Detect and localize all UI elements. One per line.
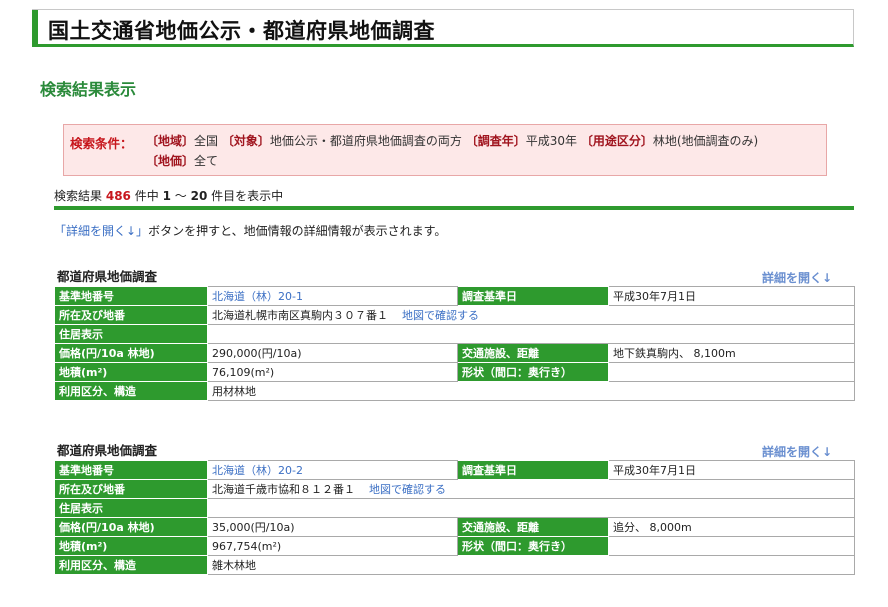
price-key: 〔地価〕 (146, 154, 195, 168)
result-mid: 件中 (134, 189, 159, 203)
price-value: 290,000(円/10a) (207, 343, 458, 363)
region-value: 全国 (194, 134, 219, 148)
standard-no-label: 基準地番号 (54, 286, 208, 306)
shape-label: 形状（間口：奥行き） (457, 362, 609, 382)
standard-no-cell: 北海道（林）20-2 (207, 460, 458, 480)
table-row: 基準地番号 北海道（林）20-1 調査基準日 平成30年7月1日 (54, 286, 855, 306)
map-link[interactable]: 地図で確認する (402, 309, 479, 322)
residence-value (207, 324, 855, 344)
transport-label: 交通施設、距離 (457, 343, 609, 363)
survey-date-value: 平成30年7月1日 (608, 460, 855, 480)
residence-label: 住居表示 (54, 498, 208, 518)
location-cell: 北海道千歳市協和８１２番１ 地図で確認する (207, 479, 855, 499)
use-value: 林地(地価調査のみ) (652, 134, 759, 148)
map-link[interactable]: 地図で確認する (369, 483, 446, 496)
help-text: 「詳細を開く↓」ボタンを押すと、地価情報の詳細情報が表示されます。 (54, 222, 446, 239)
page-header: 国土交通省地価公示・都道府県地価調査 (32, 9, 854, 47)
help-detail-link[interactable]: 「詳細を開く↓」 (54, 224, 148, 238)
shape-label: 形状（間口：奥行き） (457, 536, 609, 556)
table-row: 所在及び地番 北海道札幌市南区真駒内３０７番１ 地図で確認する (54, 305, 855, 325)
divider (54, 206, 854, 210)
location-value: 北海道札幌市南区真駒内３０７番１ (212, 309, 388, 322)
standard-no-label: 基準地番号 (54, 460, 208, 480)
residence-label: 住居表示 (54, 324, 208, 344)
land-use-label: 利用区分、構造 (54, 381, 208, 401)
use-key: 〔用途区分〕 (580, 134, 653, 148)
standard-no-link[interactable]: 北海道（林）20-2 (212, 464, 303, 477)
land-use-label: 利用区分、構造 (54, 555, 208, 575)
residence-value (207, 498, 855, 518)
result-tilde: ～ (174, 189, 187, 203)
transport-label: 交通施設、距離 (457, 517, 609, 537)
table-row: 地積(m²) 76,109(m²) 形状（間口：奥行き） (54, 362, 855, 382)
location-cell: 北海道札幌市南区真駒内３０７番１ 地図で確認する (207, 305, 855, 325)
conditions-line-2: 〔地価〕全て (146, 152, 218, 169)
transport-value: 地下鉄真駒内、 8,100m (608, 343, 855, 363)
table-row: 地積(m²) 967,754(m²) 形状（間口：奥行き） (54, 536, 855, 556)
section-title: 検索結果表示 (40, 80, 137, 99)
shape-value (608, 536, 855, 556)
year-key: 〔調査年〕 (465, 134, 526, 148)
transport-value: 追分、 8,000m (608, 517, 855, 537)
page-title: 国土交通省地価公示・都道府県地価調査 (48, 19, 435, 43)
location-value: 北海道千歳市協和８１２番１ (212, 483, 355, 496)
table-row: 住居表示 (54, 498, 855, 518)
result-count: 検索結果 486 件中 1 ～ 20 件目を表示中 (54, 187, 283, 204)
result-to: 20 (190, 189, 208, 203)
price-label: 価格(円/10a 林地) (54, 517, 208, 537)
area-value: 967,754(m²) (207, 536, 458, 556)
conditions-line-1: 〔地域〕全国 〔対象〕地価公示・都道府県地価調査の両方 〔調査年〕平成30年 〔… (146, 132, 758, 149)
header-accent-bar (32, 10, 38, 45)
table-row: 価格(円/10a 林地) 290,000(円/10a) 交通施設、距離 地下鉄真… (54, 343, 855, 363)
location-label: 所在及び地番 (54, 305, 208, 325)
shape-value (608, 362, 855, 382)
result-entry: 都道府県地価調査 詳細を開く↓ 基準地番号 北海道（林）20-2 調査基準日 平… (54, 440, 855, 590)
standard-no-link[interactable]: 北海道（林）20-1 (212, 290, 303, 303)
open-details-link[interactable]: 詳細を開く↓ (762, 269, 832, 286)
price-label: 価格(円/10a 林地) (54, 343, 208, 363)
year-value: 平成30年 (525, 134, 578, 148)
region-key: 〔地域〕 (146, 134, 195, 148)
result-suffix: 件目を表示中 (211, 189, 284, 203)
area-label: 地積(m²) (54, 362, 208, 382)
table-row: 住居表示 (54, 324, 855, 344)
land-use-value: 用材林地 (207, 381, 855, 401)
price-value: 35,000(円/10a) (207, 517, 458, 537)
search-conditions-box: 検索条件： 〔地域〕全国 〔対象〕地価公示・都道府県地価調査の両方 〔調査年〕平… (63, 124, 827, 176)
table-row: 所在及び地番 北海道千歳市協和８１２番１ 地図で確認する (54, 479, 855, 499)
result-total: 486 (105, 189, 131, 203)
survey-date-label: 調査基準日 (457, 460, 609, 480)
table-row: 基準地番号 北海道（林）20-2 調査基準日 平成30年7月1日 (54, 460, 855, 480)
standard-no-cell: 北海道（林）20-1 (207, 286, 458, 306)
land-use-value: 雑木林地 (207, 555, 855, 575)
conditions-label: 検索条件： (70, 136, 133, 151)
target-key: 〔対象〕 (221, 134, 270, 148)
result-entry: 都道府県地価調査 詳細を開く↓ 基準地番号 北海道（林）20-1 調査基準日 平… (54, 266, 855, 416)
entry-table: 基準地番号 北海道（林）20-1 調査基準日 平成30年7月1日 所在及び地番 … (54, 286, 855, 401)
table-row: 利用区分、構造 用材林地 (54, 381, 855, 401)
open-details-link[interactable]: 詳細を開く↓ (762, 443, 832, 460)
result-from: 1 (162, 189, 171, 203)
result-prefix: 検索結果 (54, 189, 103, 203)
target-value: 地価公示・都道府県地価調査の両方 (269, 134, 462, 148)
entry-title: 都道府県地価調査 (57, 269, 158, 284)
survey-date-label: 調査基準日 (457, 286, 609, 306)
entry-table: 基準地番号 北海道（林）20-2 調査基準日 平成30年7月1日 所在及び地番 … (54, 460, 855, 575)
table-row: 価格(円/10a 林地) 35,000(円/10a) 交通施設、距離 追分、 8… (54, 517, 855, 537)
entry-title: 都道府県地価調査 (57, 443, 158, 458)
location-label: 所在及び地番 (54, 479, 208, 499)
area-label: 地積(m²) (54, 536, 208, 556)
price-value: 全て (194, 154, 219, 168)
area-value: 76,109(m²) (207, 362, 458, 382)
survey-date-value: 平成30年7月1日 (608, 286, 855, 306)
help-description: ボタンを押すと、地価情報の詳細情報が表示されます。 (148, 224, 447, 238)
table-row: 利用区分、構造 雑木林地 (54, 555, 855, 575)
